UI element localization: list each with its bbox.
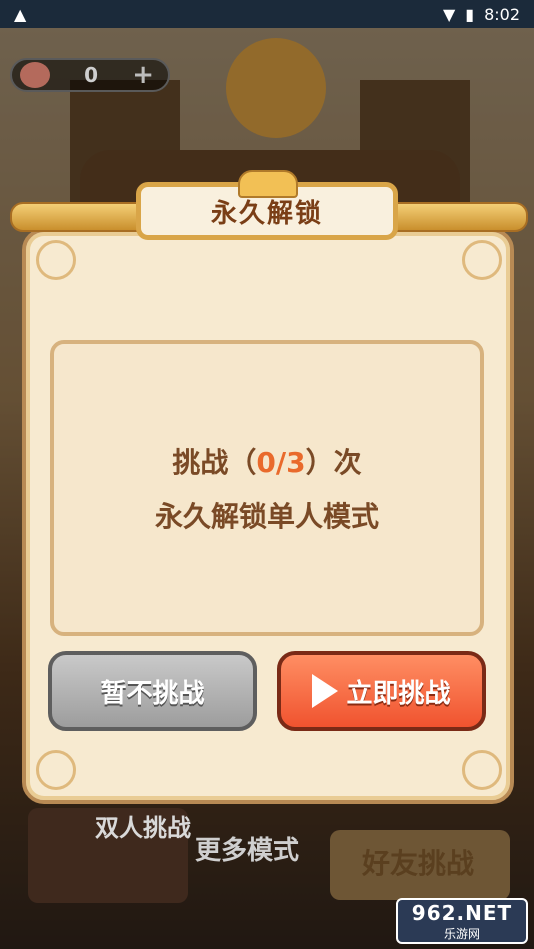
sun-decoration: [226, 38, 326, 138]
skip-challenge-button[interactable]: 暂不挑战: [48, 651, 257, 731]
watermark-site-name: 乐游网: [443, 926, 480, 941]
cloud-ornament-icon: [36, 750, 76, 790]
skip-challenge-label: 暂不挑战: [100, 678, 205, 709]
unlock-description: 永久解锁单人模式: [154, 500, 379, 533]
watermark-domain: 962.NET: [411, 900, 513, 925]
play-icon: [312, 674, 339, 708]
dialog-title: 永久解锁: [210, 198, 323, 229]
warning-icon: ▲: [14, 4, 27, 24]
more-mode-label: 更多模式: [195, 836, 300, 866]
cloud-ornament-icon: [36, 240, 76, 280]
start-challenge-button[interactable]: 立即挑战: [277, 651, 486, 731]
clock: 8:02: [484, 4, 520, 24]
battery-icon: ▮: [465, 4, 475, 24]
peach-counter: 0 +: [10, 58, 170, 92]
status-bar: ▲ ▼ ▮ 8:02: [0, 0, 534, 28]
dialog-message-panel: 挑战（0/3）次 永久解锁单人模式: [50, 340, 484, 636]
cloud-ornament-icon: [462, 750, 502, 790]
peach-icon: [20, 62, 50, 88]
start-challenge-label: 立即挑战: [346, 678, 451, 709]
duo-challenge-label: 双人挑战: [95, 814, 191, 842]
peach-count: 0: [84, 63, 99, 87]
challenge-count: 0/3: [256, 446, 306, 479]
wifi-icon: ▼: [442, 4, 456, 24]
friend-challenge-button[interactable]: 好友挑战: [338, 842, 498, 882]
challenge-progress-text: 挑战（0/3）次: [172, 446, 362, 479]
add-peach-button[interactable]: +: [132, 60, 154, 90]
site-watermark: 962.NET 乐游网: [396, 898, 528, 944]
cloud-ornament-icon: [462, 240, 502, 280]
status-icons: ▼ ▮ 8:02: [443, 5, 520, 24]
title-ornament: [238, 170, 298, 198]
